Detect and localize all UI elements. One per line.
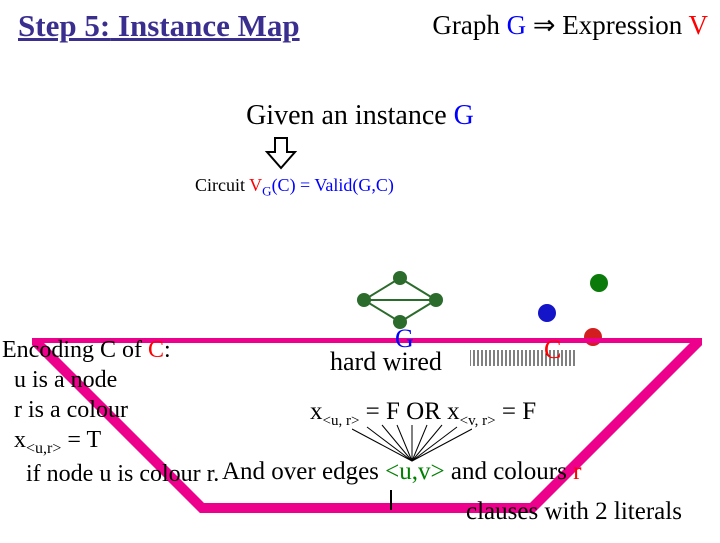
enc-line3: r is a colour [2,395,219,425]
short-bar-icon [390,490,392,510]
circuit-label: Circuit [195,175,249,195]
al-r: r [573,458,581,485]
and-line: And over edges <u,v> and colours r [222,458,581,486]
enc1b: C [148,337,164,363]
title-rest: Instance Map [110,8,299,43]
label-c: C [544,335,561,365]
enc-line5: if node u is colour r. [2,459,219,489]
dot-green [590,274,608,292]
enc-line1: Encoding C of C: [2,335,219,365]
encoding-block: Encoding C of C: u is a node r is a colo… [2,335,219,489]
tr-implies: ⇒ Expression [526,10,688,40]
f-end: = F [496,398,537,425]
given-g: G [454,100,474,131]
title-step: Step 5: [18,8,110,43]
dot-blue [538,304,556,322]
title-right: Graph G ⇒ Expression V [432,10,708,41]
down-arrow-icon [263,136,299,177]
slide-title: Step 5: Instance Map [18,8,300,44]
enc-line4: x<u,r> = T [2,425,219,459]
circuit-vg: V [249,175,262,195]
circuit-gsub: G [262,184,271,199]
hatch-region [470,350,580,371]
tr-v: V [689,10,709,40]
al-uv: <u,v> [385,458,444,485]
enc1a: Encoding C of [2,337,148,363]
f-x1: x [310,398,323,425]
tr-g: G [507,10,527,40]
al-prefix: And over edges [222,458,385,485]
circuit-rest: (C) = Valid(G,C) [272,175,394,195]
enc-line2: u is a node [2,365,219,395]
given-line: Given an instance G [0,100,720,132]
tr-prefix: Graph [432,10,506,40]
enc4sub: <u,r> [26,440,61,457]
al-mid: and colours [445,458,573,485]
label-hardwired: hard wired [330,347,442,377]
circuit-line: Circuit VG(C) = Valid(G,C) [195,175,394,200]
enc4b: = T [61,427,101,453]
enc4a: x [2,427,26,453]
given-prefix: Given an instance [246,100,454,131]
clauses-line: clauses with 2 literals [466,498,682,526]
enc1c: : [164,337,171,363]
